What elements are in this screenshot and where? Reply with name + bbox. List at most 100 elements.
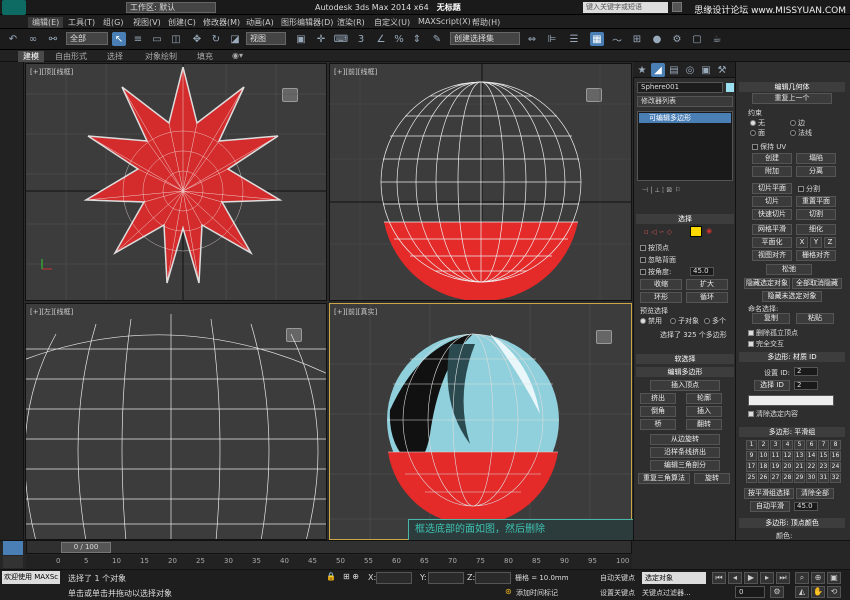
menu-tools[interactable]: 工具(T) (68, 17, 95, 28)
auto-key-button[interactable]: 自动关键点 (600, 573, 635, 583)
menu-modifiers[interactable]: 修改器(M) (203, 17, 240, 28)
search-input[interactable]: 键入关键字或短语 (583, 2, 668, 13)
reference-coord-select[interactable]: 视图 (246, 32, 286, 45)
planar-x-button[interactable]: X (796, 237, 808, 248)
smoothing-group-button[interactable]: 3 (770, 440, 781, 450)
set-id-spinner[interactable]: 2 (794, 367, 818, 376)
make-planar-button[interactable]: 平面化 (752, 237, 792, 248)
render-setup-icon[interactable]: ⚙ (670, 32, 684, 46)
detach-button[interactable]: 分离 (796, 166, 836, 177)
unhide-all-button[interactable]: 全部取消隐藏 (792, 278, 842, 289)
smoothing-group-button[interactable]: 24 (830, 462, 841, 472)
smoothing-group-button[interactable]: 12 (782, 451, 793, 461)
smoothing-group-button[interactable]: 25 (746, 473, 757, 483)
slice-button[interactable]: 切片 (752, 196, 792, 207)
clear-all-button[interactable]: 清除全部 (796, 488, 834, 499)
inset-button[interactable]: 插入 (686, 406, 722, 417)
grid-align-button[interactable]: 栅格对齐 (796, 250, 836, 261)
ribbon-tab-selection[interactable]: 选择 (107, 51, 123, 62)
planar-z-button[interactable]: Z (824, 237, 836, 248)
create-tab-icon[interactable]: ★ (635, 63, 649, 77)
vertex-colors-header[interactable]: 多边形: 顶点颜色 (739, 518, 845, 528)
outline-button[interactable]: 轮廓 (686, 393, 722, 404)
ribbon-tab-object-paint[interactable]: 对象绘制 (145, 51, 177, 62)
select-object-icon[interactable]: ↖ (112, 32, 126, 46)
soft-selection-rollout-header[interactable]: 软选择 (636, 354, 734, 364)
angle-spinner[interactable]: 45.0 (690, 267, 714, 276)
smoothing-group-button[interactable]: 21 (794, 462, 805, 472)
auto-smooth-spinner[interactable]: 45.0 (794, 502, 818, 511)
constraint-face-radio[interactable]: 面 (750, 128, 765, 138)
workspace-selector[interactable]: 工作区: 默认 (126, 2, 216, 13)
flip-button[interactable]: 翻转 (686, 419, 722, 430)
smoothing-group-button[interactable]: 4 (782, 440, 793, 450)
menu-maxscript[interactable]: MAXScript(X) (418, 17, 471, 26)
select-by-sg-button[interactable]: 按平滑组选择 (744, 488, 794, 499)
smoothing-group-button[interactable]: 31 (818, 473, 829, 483)
slice-plane-button[interactable]: 切片平面 (752, 183, 792, 194)
time-slider[interactable]: 0 / 100 (61, 542, 111, 553)
menu-graph-editors[interactable]: 图形编辑器(D) (281, 17, 333, 28)
window-crossing-icon[interactable]: ◫ (169, 32, 183, 46)
clear-selection-checkbox[interactable]: 清除选定内容 (748, 409, 798, 419)
stack-item-editable-poly[interactable]: 可编辑多边形 (639, 113, 731, 123)
smoothing-group-button[interactable]: 15 (818, 451, 829, 461)
material-editor-icon[interactable]: ● (650, 32, 664, 46)
select-id-button[interactable]: 选择 ID (754, 380, 790, 391)
curve-editor-icon[interactable]: 〜 (610, 32, 624, 47)
spinner-snap-icon[interactable]: ⇕ (410, 32, 424, 46)
unlink-icon[interactable]: ⚯ (46, 32, 60, 46)
selection-filter[interactable]: 全部 (66, 32, 108, 45)
extrude-button[interactable]: 挤出 (640, 393, 676, 404)
menu-group[interactable]: 组(G) (103, 17, 123, 28)
material-name-dropdown[interactable] (748, 395, 834, 406)
preview-subobject-radio[interactable]: 子对象 (670, 316, 699, 326)
full-interactivity-checkbox[interactable]: 完全交互 (748, 339, 784, 349)
ring-button[interactable]: 环形 (640, 292, 682, 303)
pivot-icon[interactable]: ▣ (294, 32, 308, 46)
menu-rendering[interactable]: 渲染(R) (337, 17, 365, 28)
viewport-front[interactable]: [+][前][线框] (329, 63, 632, 301)
menu-create[interactable]: 创建(C) (168, 17, 196, 28)
rendered-frame-icon[interactable]: ▢ (690, 32, 704, 46)
smoothing-group-button[interactable]: 5 (794, 440, 805, 450)
menu-animation[interactable]: 动画(A) (246, 17, 274, 28)
zoom-all-icon[interactable]: ⊕ (811, 572, 825, 584)
motion-tab-icon[interactable]: ◎ (683, 63, 697, 77)
menu-customize[interactable]: 自定义(U) (374, 17, 410, 28)
selected-set-dropdown[interactable]: 选定对象 (642, 572, 706, 584)
smoothing-group-button[interactable]: 22 (806, 462, 817, 472)
smoothing-group-button[interactable]: 13 (794, 451, 805, 461)
element-mode-icon[interactable]: ◉ (706, 227, 712, 235)
modify-tab-icon[interactable]: ◢ (651, 63, 665, 77)
smoothing-group-button[interactable]: 16 (830, 451, 841, 461)
smoothing-group-button[interactable]: 7 (818, 440, 829, 450)
ribbon-toggle-icon[interactable]: ▦ (590, 32, 604, 46)
edit-named-sel-icon[interactable]: ✎ (430, 32, 444, 46)
constraint-edge-radio[interactable]: 边 (790, 118, 805, 128)
smoothing-group-button[interactable]: 2 (758, 440, 769, 450)
play-icon[interactable]: ▶ (744, 572, 758, 584)
object-color-swatch[interactable] (726, 83, 734, 92)
preview-disabled-radio[interactable]: 禁用 (640, 316, 662, 326)
preserve-uv-checkbox[interactable]: 保持 UV (752, 142, 786, 152)
named-selection-sets[interactable]: 创建选择集 (450, 32, 520, 45)
z-coord-field[interactable] (475, 572, 511, 584)
maxscript-listener[interactable]: 欢迎使用 MAXSc (2, 571, 60, 584)
hierarchy-tab-icon[interactable]: ▤ (667, 63, 681, 77)
ribbon-tab-populate[interactable]: 填充 (197, 51, 213, 62)
smoothing-group-button[interactable]: 28 (782, 473, 793, 483)
by-vertex-checkbox[interactable]: 按顶点 (640, 243, 669, 253)
zoom-extents-icon[interactable]: ▣ (827, 572, 841, 584)
attach-button[interactable]: 附加 (752, 166, 792, 177)
orbit-icon[interactable]: ⟲ (827, 586, 841, 598)
angle-snap-icon[interactable]: ∠ (374, 32, 388, 46)
next-frame-icon[interactable]: ▸ (760, 572, 774, 584)
repeat-last-button[interactable]: 重复上一个 (752, 93, 832, 104)
layer-manager-icon[interactable]: ☰ (567, 32, 581, 46)
bridge-button[interactable]: 桥 (640, 419, 676, 430)
move-icon[interactable]: ✥ (190, 32, 204, 46)
ribbon-tab-modeling[interactable]: 建模 (18, 51, 44, 62)
time-config-icon[interactable]: ⚙ (770, 586, 784, 598)
polygon-mode-icon[interactable] (690, 226, 702, 237)
